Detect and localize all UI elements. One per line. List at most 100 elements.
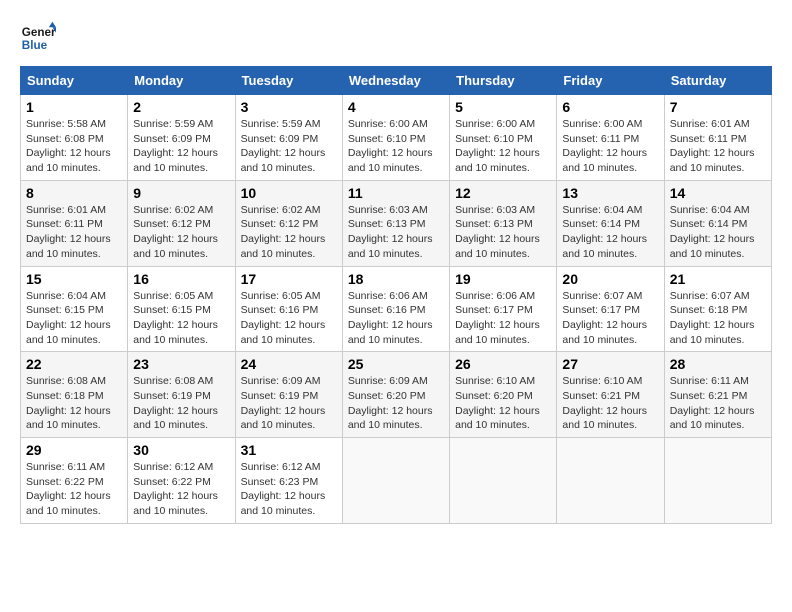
- day-cell: 13 Sunrise: 6:04 AM Sunset: 6:14 PM Dayl…: [557, 180, 664, 266]
- day-number: 19: [455, 271, 551, 287]
- day-detail: Sunrise: 6:02 AM Sunset: 6:12 PM Dayligh…: [133, 203, 229, 262]
- day-number: 2: [133, 99, 229, 115]
- day-cell: 23 Sunrise: 6:08 AM Sunset: 6:19 PM Dayl…: [128, 352, 235, 438]
- day-detail: Sunrise: 6:12 AM Sunset: 6:23 PM Dayligh…: [241, 460, 337, 519]
- day-number: 23: [133, 356, 229, 372]
- day-cell: [450, 438, 557, 524]
- day-cell: 24 Sunrise: 6:09 AM Sunset: 6:19 PM Dayl…: [235, 352, 342, 438]
- week-row-2: 8 Sunrise: 6:01 AM Sunset: 6:11 PM Dayli…: [21, 180, 772, 266]
- day-number: 29: [26, 442, 122, 458]
- day-detail: Sunrise: 6:01 AM Sunset: 6:11 PM Dayligh…: [670, 117, 766, 176]
- logo-icon: General Blue: [20, 20, 56, 56]
- day-detail: Sunrise: 6:08 AM Sunset: 6:18 PM Dayligh…: [26, 374, 122, 433]
- day-number: 25: [348, 356, 444, 372]
- day-detail: Sunrise: 6:02 AM Sunset: 6:12 PM Dayligh…: [241, 203, 337, 262]
- day-cell: 31 Sunrise: 6:12 AM Sunset: 6:23 PM Dayl…: [235, 438, 342, 524]
- day-number: 12: [455, 185, 551, 201]
- day-cell: 25 Sunrise: 6:09 AM Sunset: 6:20 PM Dayl…: [342, 352, 449, 438]
- day-detail: Sunrise: 6:07 AM Sunset: 6:17 PM Dayligh…: [562, 289, 658, 348]
- day-number: 6: [562, 99, 658, 115]
- day-cell: [342, 438, 449, 524]
- header-wednesday: Wednesday: [342, 67, 449, 95]
- day-number: 7: [670, 99, 766, 115]
- day-number: 13: [562, 185, 658, 201]
- day-cell: 4 Sunrise: 6:00 AM Sunset: 6:10 PM Dayli…: [342, 95, 449, 181]
- logo: General Blue: [20, 20, 60, 56]
- day-number: 22: [26, 356, 122, 372]
- day-cell: 21 Sunrise: 6:07 AM Sunset: 6:18 PM Dayl…: [664, 266, 771, 352]
- day-number: 28: [670, 356, 766, 372]
- day-number: 21: [670, 271, 766, 287]
- day-detail: Sunrise: 6:06 AM Sunset: 6:16 PM Dayligh…: [348, 289, 444, 348]
- calendar-header: SundayMondayTuesdayWednesdayThursdayFrid…: [21, 67, 772, 95]
- week-row-5: 29 Sunrise: 6:11 AM Sunset: 6:22 PM Dayl…: [21, 438, 772, 524]
- day-number: 14: [670, 185, 766, 201]
- page-header: General Blue: [20, 20, 772, 56]
- day-detail: Sunrise: 6:04 AM Sunset: 6:15 PM Dayligh…: [26, 289, 122, 348]
- day-cell: 9 Sunrise: 6:02 AM Sunset: 6:12 PM Dayli…: [128, 180, 235, 266]
- day-cell: 27 Sunrise: 6:10 AM Sunset: 6:21 PM Dayl…: [557, 352, 664, 438]
- day-cell: 19 Sunrise: 6:06 AM Sunset: 6:17 PM Dayl…: [450, 266, 557, 352]
- day-detail: Sunrise: 6:00 AM Sunset: 6:10 PM Dayligh…: [455, 117, 551, 176]
- svg-text:General: General: [22, 26, 56, 39]
- day-detail: Sunrise: 6:06 AM Sunset: 6:17 PM Dayligh…: [455, 289, 551, 348]
- svg-text:Blue: Blue: [22, 39, 48, 52]
- week-row-1: 1 Sunrise: 5:58 AM Sunset: 6:08 PM Dayli…: [21, 95, 772, 181]
- day-number: 1: [26, 99, 122, 115]
- day-cell: 18 Sunrise: 6:06 AM Sunset: 6:16 PM Dayl…: [342, 266, 449, 352]
- day-cell: 17 Sunrise: 6:05 AM Sunset: 6:16 PM Dayl…: [235, 266, 342, 352]
- header-friday: Friday: [557, 67, 664, 95]
- day-detail: Sunrise: 6:05 AM Sunset: 6:15 PM Dayligh…: [133, 289, 229, 348]
- day-cell: 30 Sunrise: 6:12 AM Sunset: 6:22 PM Dayl…: [128, 438, 235, 524]
- day-cell: 22 Sunrise: 6:08 AM Sunset: 6:18 PM Dayl…: [21, 352, 128, 438]
- day-detail: Sunrise: 6:09 AM Sunset: 6:20 PM Dayligh…: [348, 374, 444, 433]
- day-cell: 8 Sunrise: 6:01 AM Sunset: 6:11 PM Dayli…: [21, 180, 128, 266]
- day-cell: 29 Sunrise: 6:11 AM Sunset: 6:22 PM Dayl…: [21, 438, 128, 524]
- day-cell: 10 Sunrise: 6:02 AM Sunset: 6:12 PM Dayl…: [235, 180, 342, 266]
- day-number: 10: [241, 185, 337, 201]
- day-cell: 3 Sunrise: 5:59 AM Sunset: 6:09 PM Dayli…: [235, 95, 342, 181]
- day-detail: Sunrise: 6:10 AM Sunset: 6:21 PM Dayligh…: [562, 374, 658, 433]
- day-number: 27: [562, 356, 658, 372]
- header-thursday: Thursday: [450, 67, 557, 95]
- day-cell: 5 Sunrise: 6:00 AM Sunset: 6:10 PM Dayli…: [450, 95, 557, 181]
- day-cell: 7 Sunrise: 6:01 AM Sunset: 6:11 PM Dayli…: [664, 95, 771, 181]
- day-cell: 20 Sunrise: 6:07 AM Sunset: 6:17 PM Dayl…: [557, 266, 664, 352]
- day-cell: 12 Sunrise: 6:03 AM Sunset: 6:13 PM Dayl…: [450, 180, 557, 266]
- day-number: 31: [241, 442, 337, 458]
- day-detail: Sunrise: 5:58 AM Sunset: 6:08 PM Dayligh…: [26, 117, 122, 176]
- header-tuesday: Tuesday: [235, 67, 342, 95]
- week-row-4: 22 Sunrise: 6:08 AM Sunset: 6:18 PM Dayl…: [21, 352, 772, 438]
- day-number: 9: [133, 185, 229, 201]
- day-detail: Sunrise: 6:10 AM Sunset: 6:20 PM Dayligh…: [455, 374, 551, 433]
- day-detail: Sunrise: 6:11 AM Sunset: 6:22 PM Dayligh…: [26, 460, 122, 519]
- day-number: 16: [133, 271, 229, 287]
- day-number: 11: [348, 185, 444, 201]
- day-cell: 28 Sunrise: 6:11 AM Sunset: 6:21 PM Dayl…: [664, 352, 771, 438]
- day-number: 30: [133, 442, 229, 458]
- day-number: 15: [26, 271, 122, 287]
- header-saturday: Saturday: [664, 67, 771, 95]
- day-number: 24: [241, 356, 337, 372]
- day-number: 3: [241, 99, 337, 115]
- day-detail: Sunrise: 6:04 AM Sunset: 6:14 PM Dayligh…: [670, 203, 766, 262]
- day-detail: Sunrise: 6:12 AM Sunset: 6:22 PM Dayligh…: [133, 460, 229, 519]
- day-detail: Sunrise: 5:59 AM Sunset: 6:09 PM Dayligh…: [133, 117, 229, 176]
- day-cell: 26 Sunrise: 6:10 AM Sunset: 6:20 PM Dayl…: [450, 352, 557, 438]
- day-number: 4: [348, 99, 444, 115]
- day-detail: Sunrise: 6:01 AM Sunset: 6:11 PM Dayligh…: [26, 203, 122, 262]
- day-detail: Sunrise: 6:04 AM Sunset: 6:14 PM Dayligh…: [562, 203, 658, 262]
- header-sunday: Sunday: [21, 67, 128, 95]
- header-monday: Monday: [128, 67, 235, 95]
- day-detail: Sunrise: 6:00 AM Sunset: 6:10 PM Dayligh…: [348, 117, 444, 176]
- day-detail: Sunrise: 6:09 AM Sunset: 6:19 PM Dayligh…: [241, 374, 337, 433]
- day-detail: Sunrise: 6:03 AM Sunset: 6:13 PM Dayligh…: [455, 203, 551, 262]
- day-number: 20: [562, 271, 658, 287]
- day-cell: 11 Sunrise: 6:03 AM Sunset: 6:13 PM Dayl…: [342, 180, 449, 266]
- week-row-3: 15 Sunrise: 6:04 AM Sunset: 6:15 PM Dayl…: [21, 266, 772, 352]
- day-detail: Sunrise: 6:05 AM Sunset: 6:16 PM Dayligh…: [241, 289, 337, 348]
- day-cell: 14 Sunrise: 6:04 AM Sunset: 6:14 PM Dayl…: [664, 180, 771, 266]
- day-number: 5: [455, 99, 551, 115]
- day-detail: Sunrise: 6:03 AM Sunset: 6:13 PM Dayligh…: [348, 203, 444, 262]
- day-number: 18: [348, 271, 444, 287]
